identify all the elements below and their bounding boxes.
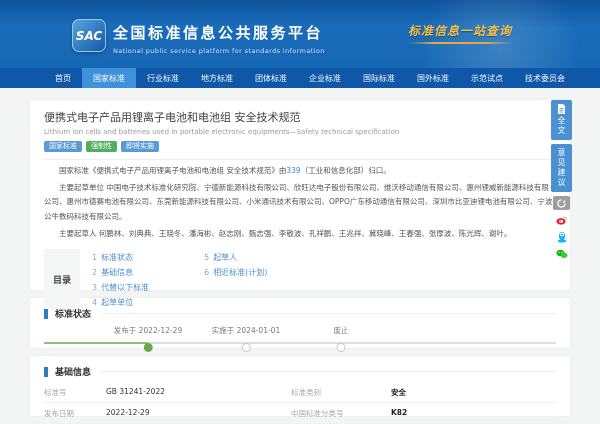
toc-item-drafting-units[interactable]: 4 起草单位 [92,296,149,310]
intro-prefix: 国家标准《便携式电子产品用锂离子电池和电池组 安全技术规范》由 [59,166,286,175]
site-subtitle: National public service platform for sta… [113,47,325,55]
section-marker [44,367,48,377]
toc-item-label: 基础信息 [101,268,133,277]
timeline-node-published: 发布于 2022-12-29 [114,325,182,350]
nav-item-pilot[interactable]: 示范试点 [460,68,514,88]
toc-num: 5 [204,253,209,262]
toc-item-similar-standards[interactable]: 6 相近标准(计划) [204,266,267,280]
weibo-icon[interactable] [553,213,570,227]
slogan: 标准信息一站查询 [408,22,512,44]
timeline-node-implemented: 实施于 2024-01-01 [212,325,280,350]
nav-item-technical-committee[interactable]: 技术委员会 [514,68,576,88]
committee-link[interactable]: 339 [286,166,300,175]
feedback-button[interactable]: 意见建议 [551,144,572,192]
sac-logo[interactable]: SAC [72,19,106,52]
feedback-label: 意见建议 [556,148,567,188]
intro-suffix: （工业和信息化部）归口。 [301,166,391,175]
divider [44,159,556,160]
basic-info-title: 基础信息 [55,365,91,378]
badge-mandatory: 强制性 [86,141,117,152]
nav-item-international-standards[interactable]: 国际标准 [352,68,406,88]
toc-label: 目录 [44,249,80,310]
toc-item-label: 起草人 [213,253,237,262]
toc-item-label: 相近标准(计划) [213,268,267,277]
toc-item-basic-info[interactable]: 2 基础信息 [92,266,149,280]
info-label-ccs-code: 中国标准分类号 [291,403,391,424]
timeline-dot-abolished [337,343,346,352]
toc-num: 4 [92,298,97,307]
toc-num: 1 [92,253,97,262]
toc-num: 3 [92,283,97,292]
toc-list: 1 标准状态 2 基础信息 3 代替以下标准 4 起草单位 5 起草人 6 相近标准(计划) [80,249,267,310]
section-marker [44,309,48,319]
nav-item-group-standards[interactable]: 团体标准 [244,68,298,88]
drafting-units-paragraph: 主要起草单位 中国电子技术标准化研究院、宁德新能源科技有限公司、欣旺达电子股份有… [44,181,556,225]
intro-paragraph: 国家标准《便携式电子产品用锂离子电池和电池组 安全技术规范》由339（工业和信息… [44,164,556,179]
nav-item-industry-standards[interactable]: 行业标准 [136,68,190,88]
status-section-title: 标准状态 [55,307,91,320]
site-header: SAC 全国标准信息公共服务平台 National public service… [0,0,600,68]
badge-row: 国家标准 强制性 即将实施 [44,141,556,152]
timeline-dot-implemented [241,343,250,352]
side-toolbar: 全文 意见建议 [551,100,572,264]
nav-item-home[interactable]: 首页 [44,68,82,88]
section-rule [101,313,556,314]
basic-info-section: 基础信息 标准号 GB 31241-2022 标准类别 安全 发布日期 2022… [30,356,570,416]
nav-item-enterprise-standards[interactable]: 企业标准 [298,68,352,88]
info-label-publish-date: 发布日期 [44,403,106,424]
drafters-text: 何鹏林、刘典典、王晓冬、潘海彬、赵志刚、甄志强、李敬波、孔祥鹏、王兆祥、冀晓峰、… [99,229,512,238]
wechat-icon[interactable] [553,247,570,261]
toc-item-label: 代替以下标准 [101,283,149,292]
badge-upcoming: 即将实施 [121,141,159,152]
toc-item-label: 起草单位 [101,298,133,307]
slogan-underline [408,42,512,44]
toc-num: 6 [204,268,209,277]
badge-national-standard: 国家标准 [44,141,82,152]
nav-item-foreign-standards[interactable]: 国外标准 [406,68,460,88]
timeline-label-abolished: 废止 [334,325,349,336]
toc-item-label: 标准状态 [101,253,133,262]
nav-item-national-standards[interactable]: 国家标准 [82,68,136,88]
section-rule [101,371,556,372]
standard-title-en: Lithium ion cells and batteries used in … [44,128,556,136]
toc-item-status[interactable]: 1 标准状态 [92,251,149,265]
share-icon[interactable] [553,196,570,210]
slogan-text: 标准信息一站查询 [408,22,512,39]
status-timeline: 发布于 2022-12-29 实施于 2024-01-01 废止 [44,325,556,351]
timeline-label-implemented: 实施于 2024-01-01 [212,325,280,336]
standard-detail-card: 便携式电子产品用锂离子电池和电池组 安全技术规范 Lithium ion cel… [30,100,570,290]
timeline-dot-published [143,343,152,352]
drafters-label: 主要起草人 [59,229,97,238]
nav-item-local-standards[interactable]: 地方标准 [190,68,244,88]
fulltext-button[interactable]: 全文 [551,100,572,140]
qq-icon[interactable] [553,230,570,244]
drafters-paragraph: 主要起草人 何鹏林、刘典典、王晓冬、潘海彬、赵志刚、甄志强、李敬波、孔祥鹏、王兆… [44,227,556,242]
basic-info-table: 标准号 GB 31241-2022 标准类别 安全 发布日期 2022-12-2… [44,382,556,424]
document-icon [557,104,566,114]
site-title: 全国标准信息公共服务平台 [113,22,325,43]
standard-title-cn: 便携式电子产品用锂离子电池和电池组 安全技术规范 [44,109,556,125]
toc-item-replaced-standards[interactable]: 3 代替以下标准 [92,281,149,295]
timeline-label-published: 发布于 2022-12-29 [114,325,182,336]
brand: 全国标准信息公共服务平台 National public service pla… [113,22,325,55]
basic-info-header: 基础信息 [44,365,556,378]
info-value-publish-date: 2022-12-29 [106,403,291,424]
info-value-ccs-code: K82 [391,403,556,424]
drafting-units-label: 主要起草单位 [59,183,104,192]
timeline-node-abolished: 废止 [334,325,349,350]
fulltext-label: 全文 [556,116,567,136]
sac-logo-text: SAC [76,29,102,43]
main-nav: 首页 国家标准 行业标准 地方标准 团体标准 企业标准 国际标准 国外标准 示范… [0,68,600,88]
drafting-units-text: 中国电子技术标准化研究院、宁德新能源科技有限公司、欣旺达电子股份有限公司、维沃移… [44,183,552,221]
toc-num: 2 [92,268,97,277]
toc-item-drafters[interactable]: 5 起草人 [204,251,267,265]
